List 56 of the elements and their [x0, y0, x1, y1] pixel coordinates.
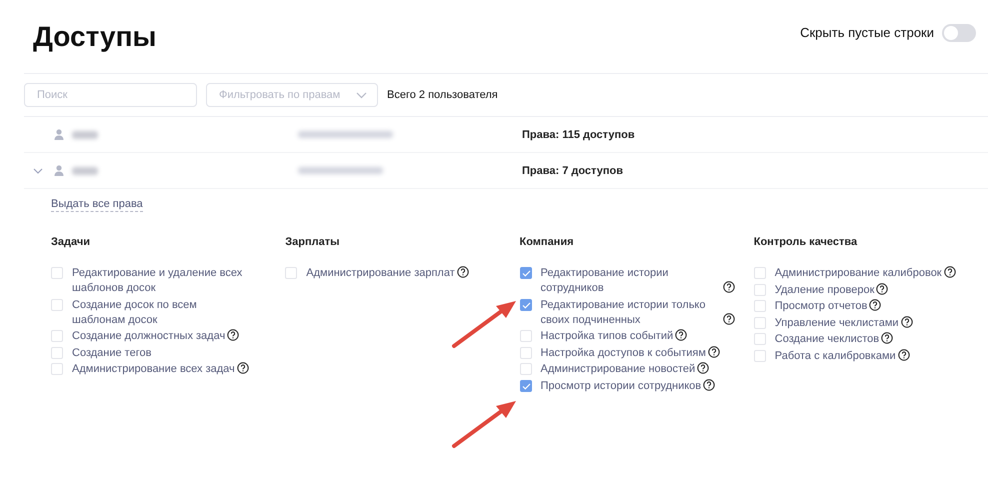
- group-title: Зарплаты: [285, 236, 341, 250]
- help-icon[interactable]: [708, 346, 720, 358]
- checkbox[interactable]: [520, 380, 532, 392]
- annotation-arrow: [452, 301, 516, 348]
- permission-label: Создание должностных задач: [72, 329, 226, 344]
- help-icon[interactable]: [869, 299, 882, 311]
- page-title: Доступы: [33, 20, 156, 52]
- help-icon[interactable]: [881, 332, 894, 344]
- user-icon: [54, 129, 64, 140]
- chevron-icon[interactable]: [33, 168, 43, 174]
- permission-label: Создание чеклистов: [774, 332, 880, 347]
- toggle-label: Скрыть пустые строки: [800, 25, 934, 40]
- checkbox[interactable]: [520, 267, 532, 279]
- grant-all-link[interactable]: Выдать все права: [51, 198, 143, 212]
- permission-label: Просмотр отчетов: [774, 299, 868, 314]
- permission-label: Настройка типов событий: [540, 329, 674, 344]
- permission-label: Редактирование истории сотрудников: [540, 266, 670, 296]
- group-title: Компания: [520, 236, 575, 250]
- permission-label: Редактирование истории только своих подчиненных: [540, 298, 706, 328]
- help-icon[interactable]: [898, 348, 910, 360]
- search-field[interactable]: Поиск: [24, 83, 197, 107]
- annotation-arrow: [452, 401, 516, 448]
- permission-label: Управление чеклистами: [774, 316, 899, 330]
- group-title: Контроль качества: [754, 236, 858, 250]
- rights-count: Права: 7 доступов: [522, 164, 623, 176]
- chevron-icon: [356, 92, 367, 98]
- help-icon[interactable]: [722, 312, 734, 324]
- rights-count: Права: 115 доступов: [522, 128, 635, 140]
- permission-label: Настройка доступов к событиям: [540, 346, 706, 360]
- help-icon[interactable]: [944, 266, 956, 278]
- permission-label: Администрирование новостей: [540, 362, 696, 377]
- group-title: Задачи: [51, 236, 91, 250]
- toggle-switch[interactable]: [942, 24, 976, 42]
- help-icon[interactable]: [456, 266, 469, 278]
- help-icon[interactable]: [236, 362, 249, 374]
- help-icon[interactable]: [703, 378, 716, 390]
- help-icon[interactable]: [722, 281, 734, 293]
- permission-label: Администрирование всех задач: [72, 362, 235, 377]
- blurred-name: [72, 166, 98, 174]
- permission-label: Администрирование зарплат: [306, 266, 455, 281]
- help-icon[interactable]: [697, 362, 710, 374]
- permission-label: Просмотр истории сотрудников: [540, 378, 702, 394]
- user-icon: [54, 165, 64, 176]
- permission-label: Редактирование и удаление всех шаблонов досок: [72, 266, 244, 296]
- help-icon[interactable]: [227, 329, 240, 341]
- blurred-name: [72, 130, 98, 138]
- help-icon[interactable]: [675, 329, 688, 341]
- permission-label: Создание тегов: [72, 346, 152, 360]
- help-icon[interactable]: [900, 316, 913, 328]
- checkbox[interactable]: [520, 298, 532, 310]
- permission-label: Создание досок по всем шаблонам досок: [72, 298, 198, 328]
- user-count: Всего 2 пользователя: [387, 89, 498, 101]
- help-icon[interactable]: [876, 282, 888, 294]
- permission-label: Администрирование калибровок: [774, 266, 942, 281]
- permission-label: Удаление проверок: [774, 282, 874, 298]
- permission-label: Работа с калибровками: [774, 348, 896, 364]
